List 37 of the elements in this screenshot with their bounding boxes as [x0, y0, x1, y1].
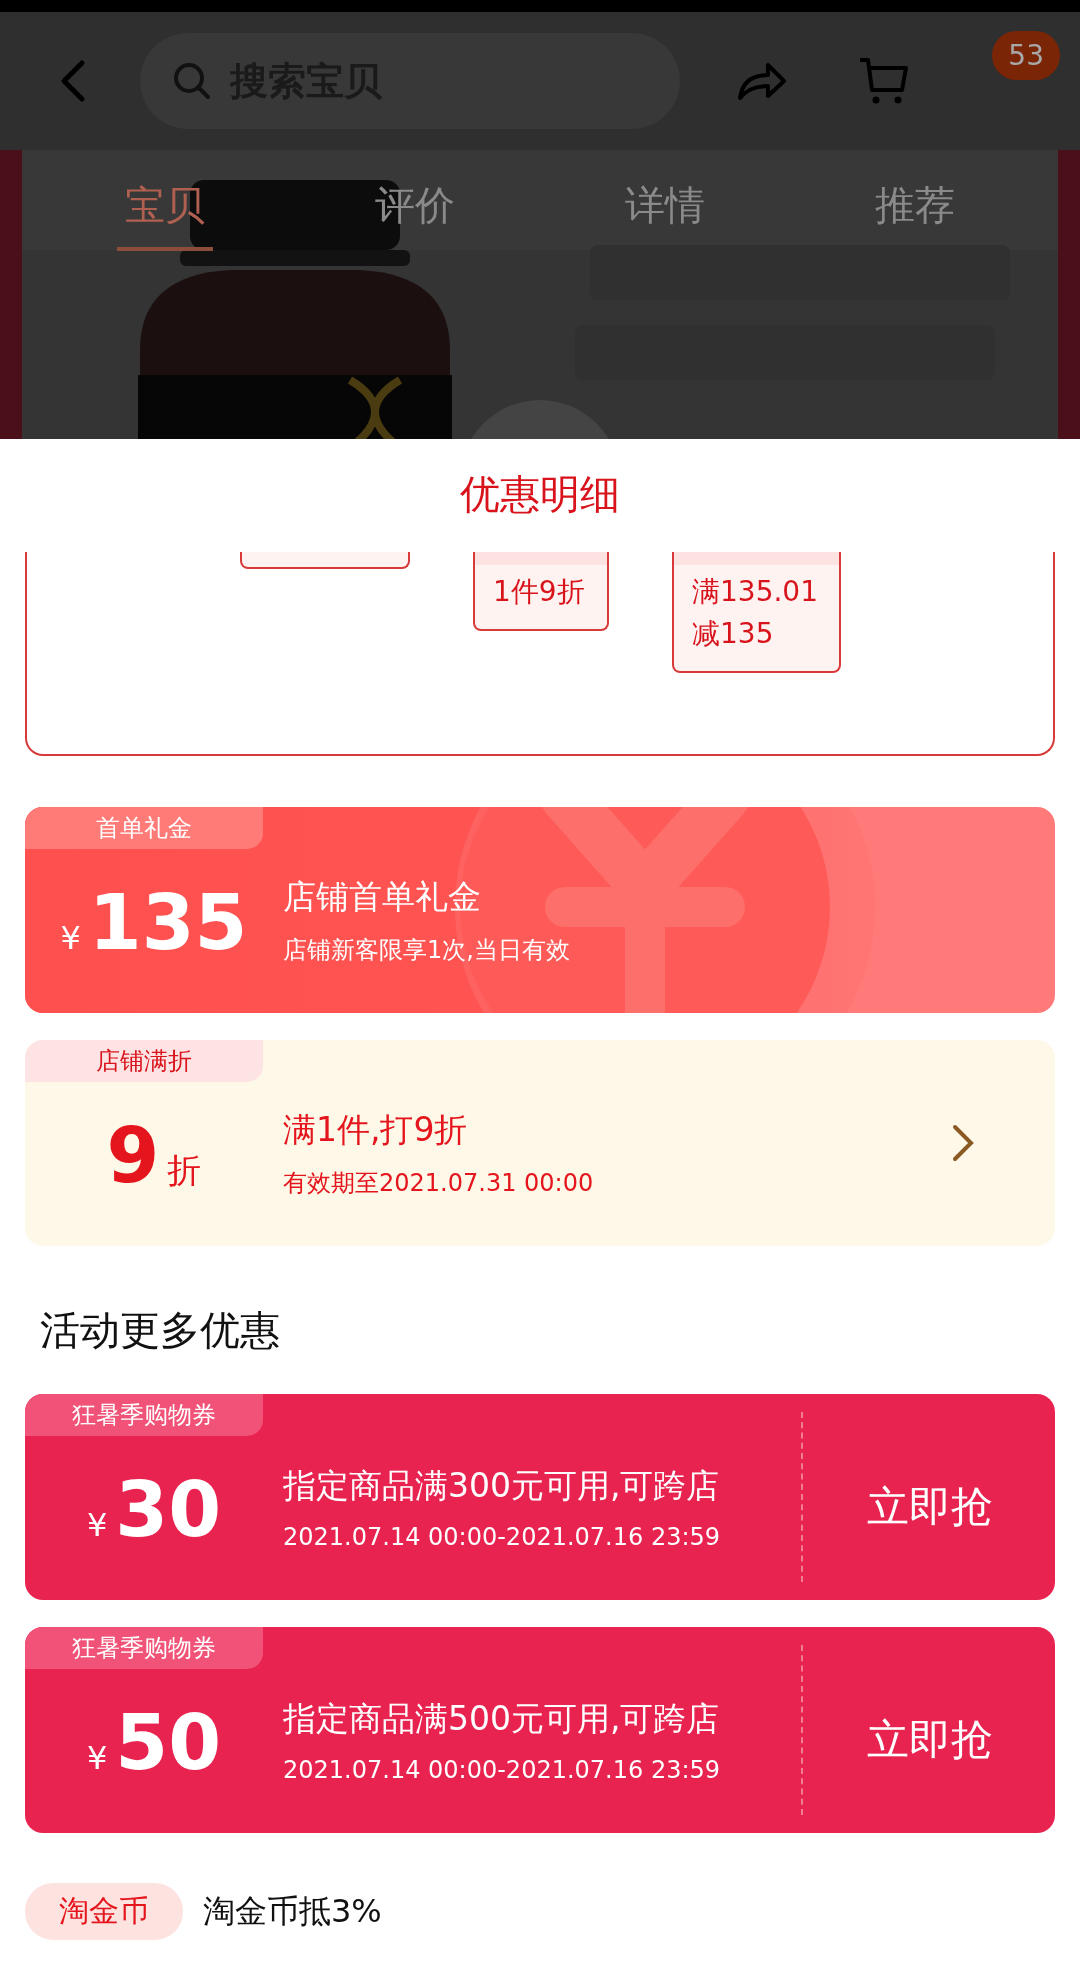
- coupon-period: 2021.07.14 00:00-2021.07.16 23:59: [283, 1755, 721, 1784]
- coupon-title: 满1件,打9折: [283, 1108, 469, 1151]
- currency-sign: ¥: [86, 1738, 108, 1777]
- product-tab[interactable]: 推荐: [867, 170, 963, 252]
- coupon-subtitle: 店铺新客限享1次,当日有效: [283, 934, 570, 966]
- coupon-amount: 135: [88, 877, 248, 967]
- search-icon: [172, 60, 212, 101]
- chevron-icon[interactable]: [951, 1123, 975, 1163]
- promo-text: 减135: [692, 616, 775, 652]
- discount-unit: 折: [167, 1148, 202, 1192]
- promo-text: 满135.01: [692, 574, 819, 610]
- coin-badge: 淘金币: [25, 1883, 183, 1940]
- coupon-subtitle: 有效期至2021.07.31 00:00: [283, 1167, 594, 1199]
- coupon-amount: 9: [106, 1110, 160, 1200]
- grab-button[interactable]: 立即抢: [805, 1458, 1055, 1536]
- cart-icon[interactable]: [858, 55, 910, 106]
- grab-button[interactable]: 立即抢: [805, 1691, 1055, 1769]
- product-tab[interactable]: 宝贝: [117, 170, 213, 252]
- coupon-title: 店铺首单礼金: [283, 875, 482, 918]
- coupon-tag: 狂暑季购物券: [25, 1394, 263, 1436]
- coupon-period: 2021.07.14 00:00-2021.07.16 23:59: [283, 1522, 721, 1551]
- coupon-tag: 狂暑季购物券: [25, 1627, 263, 1669]
- coupon-amount: 50: [115, 1697, 222, 1787]
- promo-text: 1件9折: [493, 574, 586, 610]
- product-tab[interactable]: 详情: [617, 170, 713, 252]
- currency-sign: ¥: [86, 1505, 108, 1544]
- coupon-title: 指定商品满500元可用,可跨店: [283, 1697, 721, 1740]
- coupon-tag: 店铺满折: [25, 1040, 263, 1082]
- coin-text: 淘金币抵3%: [203, 1890, 382, 1932]
- currency-sign: ¥: [60, 918, 81, 957]
- product-tab[interactable]: 评价: [367, 170, 463, 252]
- coupon-title: 指定商品满300元可用,可跨店: [283, 1464, 721, 1507]
- coupon-amount: 30: [115, 1464, 222, 1554]
- sheet-title: 优惠明细: [460, 470, 620, 519]
- section-heading: 活动更多优惠: [40, 1305, 280, 1355]
- coupon-tag: 首单礼金: [25, 807, 263, 849]
- notification-badge: 53: [992, 30, 1060, 80]
